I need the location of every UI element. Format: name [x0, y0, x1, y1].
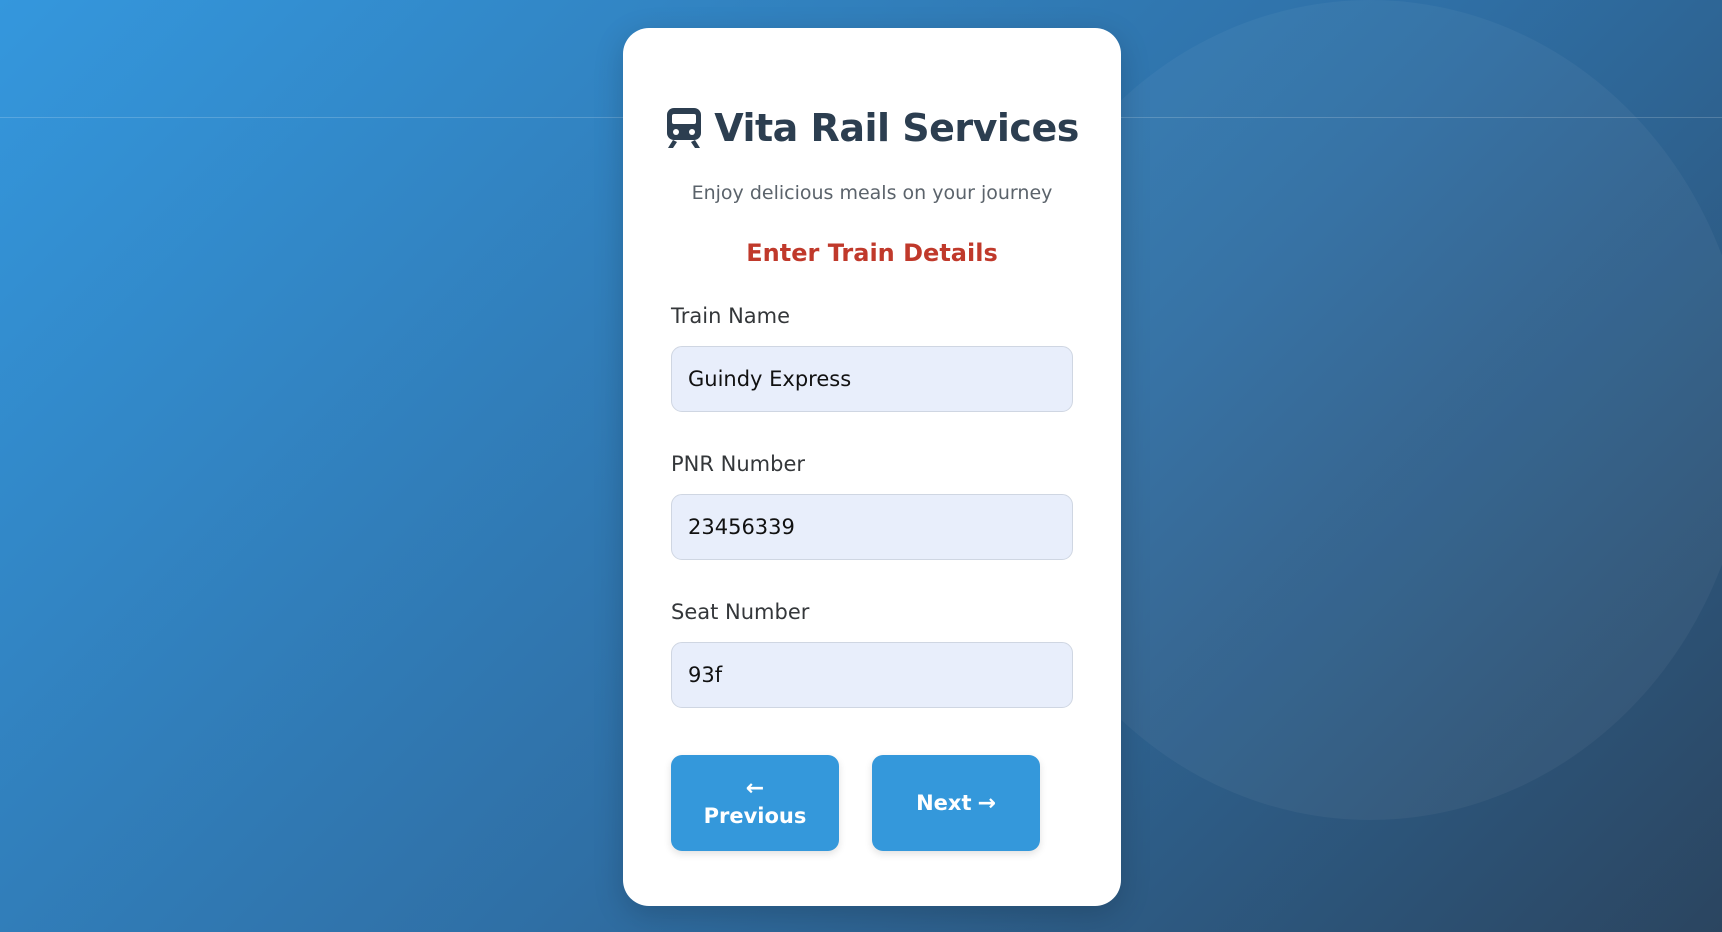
train-name-input[interactable]	[671, 346, 1073, 412]
train-name-label: Train Name	[671, 304, 791, 328]
seat-number-input[interactable]	[671, 642, 1073, 708]
arrow-right-icon: →	[977, 790, 996, 816]
previous-button-label: Previous	[703, 804, 807, 828]
pnr-number-input[interactable]	[671, 494, 1073, 560]
section-title: Enter Train Details	[746, 239, 998, 267]
app-subtitle: Enjoy delicious meals on your journey	[691, 182, 1053, 204]
arrow-left-icon: ←	[745, 776, 765, 801]
previous-button[interactable]: ← Previous	[671, 755, 839, 851]
pnr-number-label: PNR Number	[671, 452, 805, 476]
next-button-label: Next	[916, 790, 972, 815]
train-details-card: Vita Rail Services Enjoy delicious meals…	[623, 28, 1121, 906]
page-background: Vita Rail Services Enjoy delicious meals…	[0, 0, 1722, 932]
train-icon	[665, 106, 703, 150]
app-title: Vita Rail Services	[714, 106, 1079, 150]
next-button[interactable]: Next →	[872, 755, 1040, 851]
brand-header: Vita Rail Services	[623, 106, 1121, 150]
seat-number-label: Seat Number	[671, 600, 810, 624]
